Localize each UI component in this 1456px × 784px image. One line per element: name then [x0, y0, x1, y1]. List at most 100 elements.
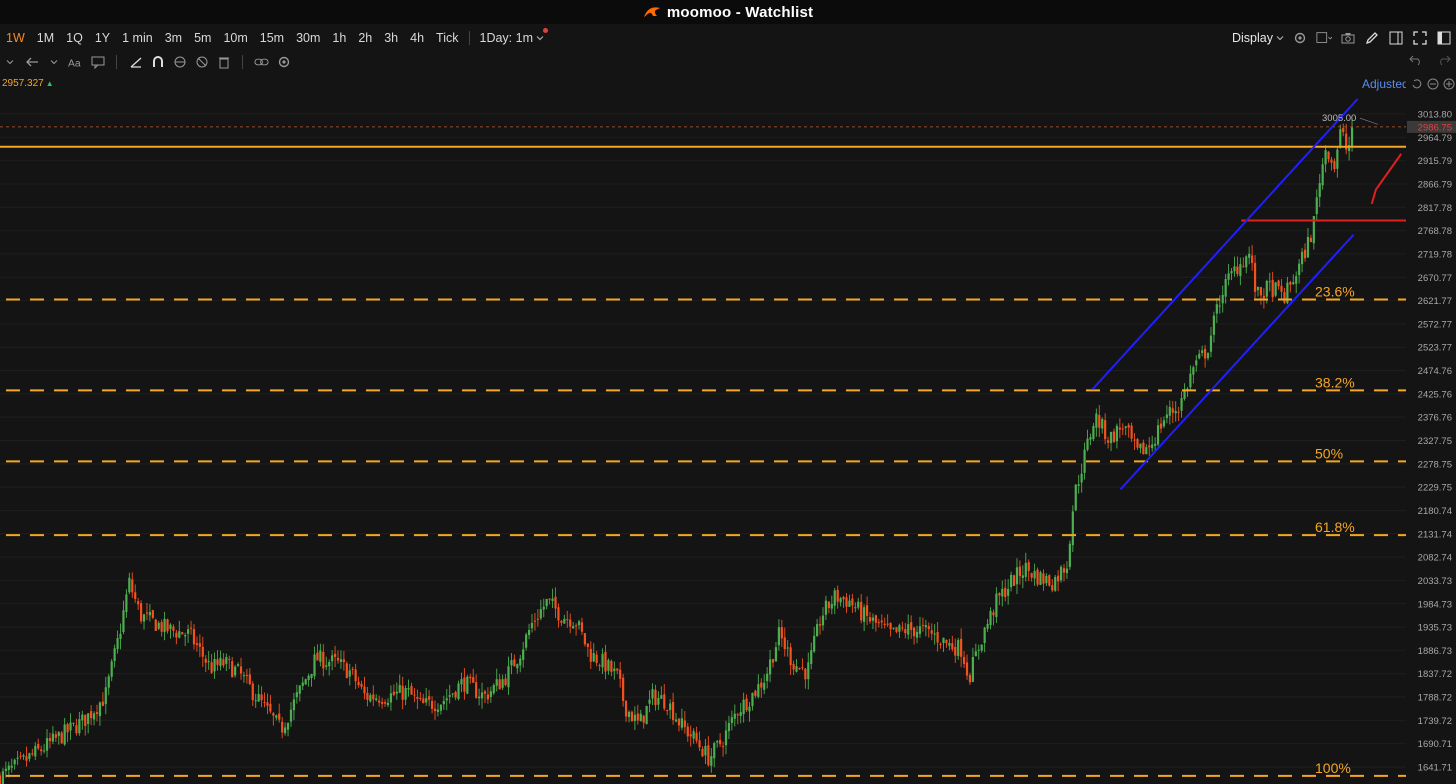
period-tick[interactable]: Tick [430, 31, 464, 45]
candle-body [842, 596, 845, 600]
pen-icon[interactable] [1364, 30, 1380, 46]
magnet-icon[interactable] [150, 55, 165, 70]
period-3m[interactable]: 3m [159, 31, 188, 45]
candle-body [125, 594, 128, 613]
candle-body [466, 676, 469, 694]
redo-icon[interactable] [1436, 52, 1452, 68]
settings-icon[interactable] [1292, 30, 1308, 46]
reset-icon[interactable] [1410, 77, 1423, 90]
adjusted-label[interactable]: Adjusted [1362, 77, 1406, 91]
eye-icon[interactable] [172, 55, 187, 70]
candle-body [1162, 420, 1166, 427]
link-icon[interactable] [254, 55, 269, 70]
layout-icon[interactable] [1316, 30, 1332, 46]
candle-body [886, 623, 889, 625]
period-1m[interactable]: 1M [31, 31, 60, 45]
candle-body [1183, 390, 1186, 399]
candle-body [863, 607, 866, 622]
candle-body [231, 661, 234, 678]
y-tick-label: 3013.80 [1418, 110, 1452, 121]
candle-body [1036, 569, 1039, 585]
display-button[interactable]: Display [1232, 31, 1284, 45]
candle-body [498, 679, 501, 690]
y-tick-label: 2474.76 [1418, 366, 1452, 377]
candle-body [1136, 439, 1139, 448]
zoom-out-icon[interactable] [1426, 77, 1439, 90]
period-1min[interactable]: 1 min [116, 31, 159, 45]
period-10m[interactable]: 10m [217, 31, 253, 45]
candle-body [275, 715, 278, 718]
candle-body [369, 695, 372, 702]
chevron-down-icon[interactable] [2, 55, 17, 70]
candle-body [113, 648, 116, 662]
candle-body [1109, 431, 1113, 444]
candle-body [1086, 438, 1089, 450]
text-size-icon[interactable]: Aa [68, 55, 83, 70]
candle-body [907, 624, 910, 635]
candle-body [480, 692, 484, 699]
undo-icon[interactable] [1408, 52, 1424, 68]
period-1w[interactable]: 1W [0, 31, 31, 45]
candle-body [1068, 543, 1071, 567]
candle-body [128, 577, 131, 593]
candle-body [145, 612, 149, 614]
candle-body [1300, 251, 1304, 265]
candle-body [895, 627, 898, 632]
candle-body [263, 702, 266, 704]
candle-body [266, 702, 269, 706]
period-1q[interactable]: 1Q [60, 31, 89, 45]
candle-body [713, 743, 716, 759]
candle-body [110, 661, 113, 677]
trash-icon[interactable] [216, 55, 231, 70]
candle-body [119, 633, 122, 640]
toolbar-divider [468, 31, 470, 45]
interval-dropdown[interactable]: 1Day: 1m [474, 28, 551, 45]
arrow-left-icon[interactable] [24, 55, 39, 70]
candlestick-chart[interactable]: 3013.80 2964.79 2915.79 2866.79 2817.78 2768.… [0, 90, 1456, 784]
period-4h[interactable]: 4h [404, 31, 430, 45]
period-30m[interactable]: 30m [290, 31, 326, 45]
candle-body [927, 626, 930, 630]
period-2h[interactable]: 2h [352, 31, 378, 45]
candle-body [598, 665, 601, 667]
candle-body [16, 757, 19, 759]
panel-toggle-icon[interactable] [1388, 30, 1404, 46]
candle-body [918, 626, 922, 634]
candle-body [1148, 445, 1151, 448]
y-tick-label: 2229.75 [1418, 483, 1452, 494]
candle-body [1018, 566, 1022, 577]
candle-body [1004, 587, 1007, 598]
candle-body [1289, 282, 1292, 285]
trendline-icon[interactable] [128, 55, 143, 70]
y-tick-label: 2082.74 [1418, 553, 1452, 564]
zoom-in-icon[interactable] [1442, 77, 1455, 90]
hide-icon[interactable] [194, 55, 209, 70]
fullscreen-icon[interactable] [1412, 30, 1428, 46]
candle-body [557, 607, 560, 621]
candle-body [857, 601, 860, 608]
candle-body [783, 637, 786, 650]
candle-body [977, 649, 980, 651]
up-arrow-icon: ▲ [45, 79, 54, 88]
sidebar-icon[interactable] [1436, 30, 1452, 46]
chevron-down-icon[interactable] [46, 55, 61, 70]
period-5m[interactable]: 5m [188, 31, 217, 45]
candle-body [727, 723, 731, 732]
candle-body [680, 718, 684, 728]
candle-body [639, 713, 642, 722]
y-tick-label: 2180.74 [1418, 506, 1452, 517]
candle-body [948, 643, 951, 646]
gear-icon[interactable] [276, 55, 291, 70]
period-1h[interactable]: 1h [326, 31, 352, 45]
candle-body [157, 622, 160, 629]
candle-body [407, 688, 410, 690]
camera-icon[interactable] [1340, 30, 1356, 46]
candle-body [1192, 367, 1195, 375]
period-15m[interactable]: 15m [254, 31, 290, 45]
candle-body [636, 713, 639, 721]
candle-body [563, 618, 566, 624]
period-1y[interactable]: 1Y [89, 31, 116, 45]
candle-body [307, 675, 310, 680]
comment-icon[interactable] [90, 55, 105, 70]
period-3h[interactable]: 3h [378, 31, 404, 45]
